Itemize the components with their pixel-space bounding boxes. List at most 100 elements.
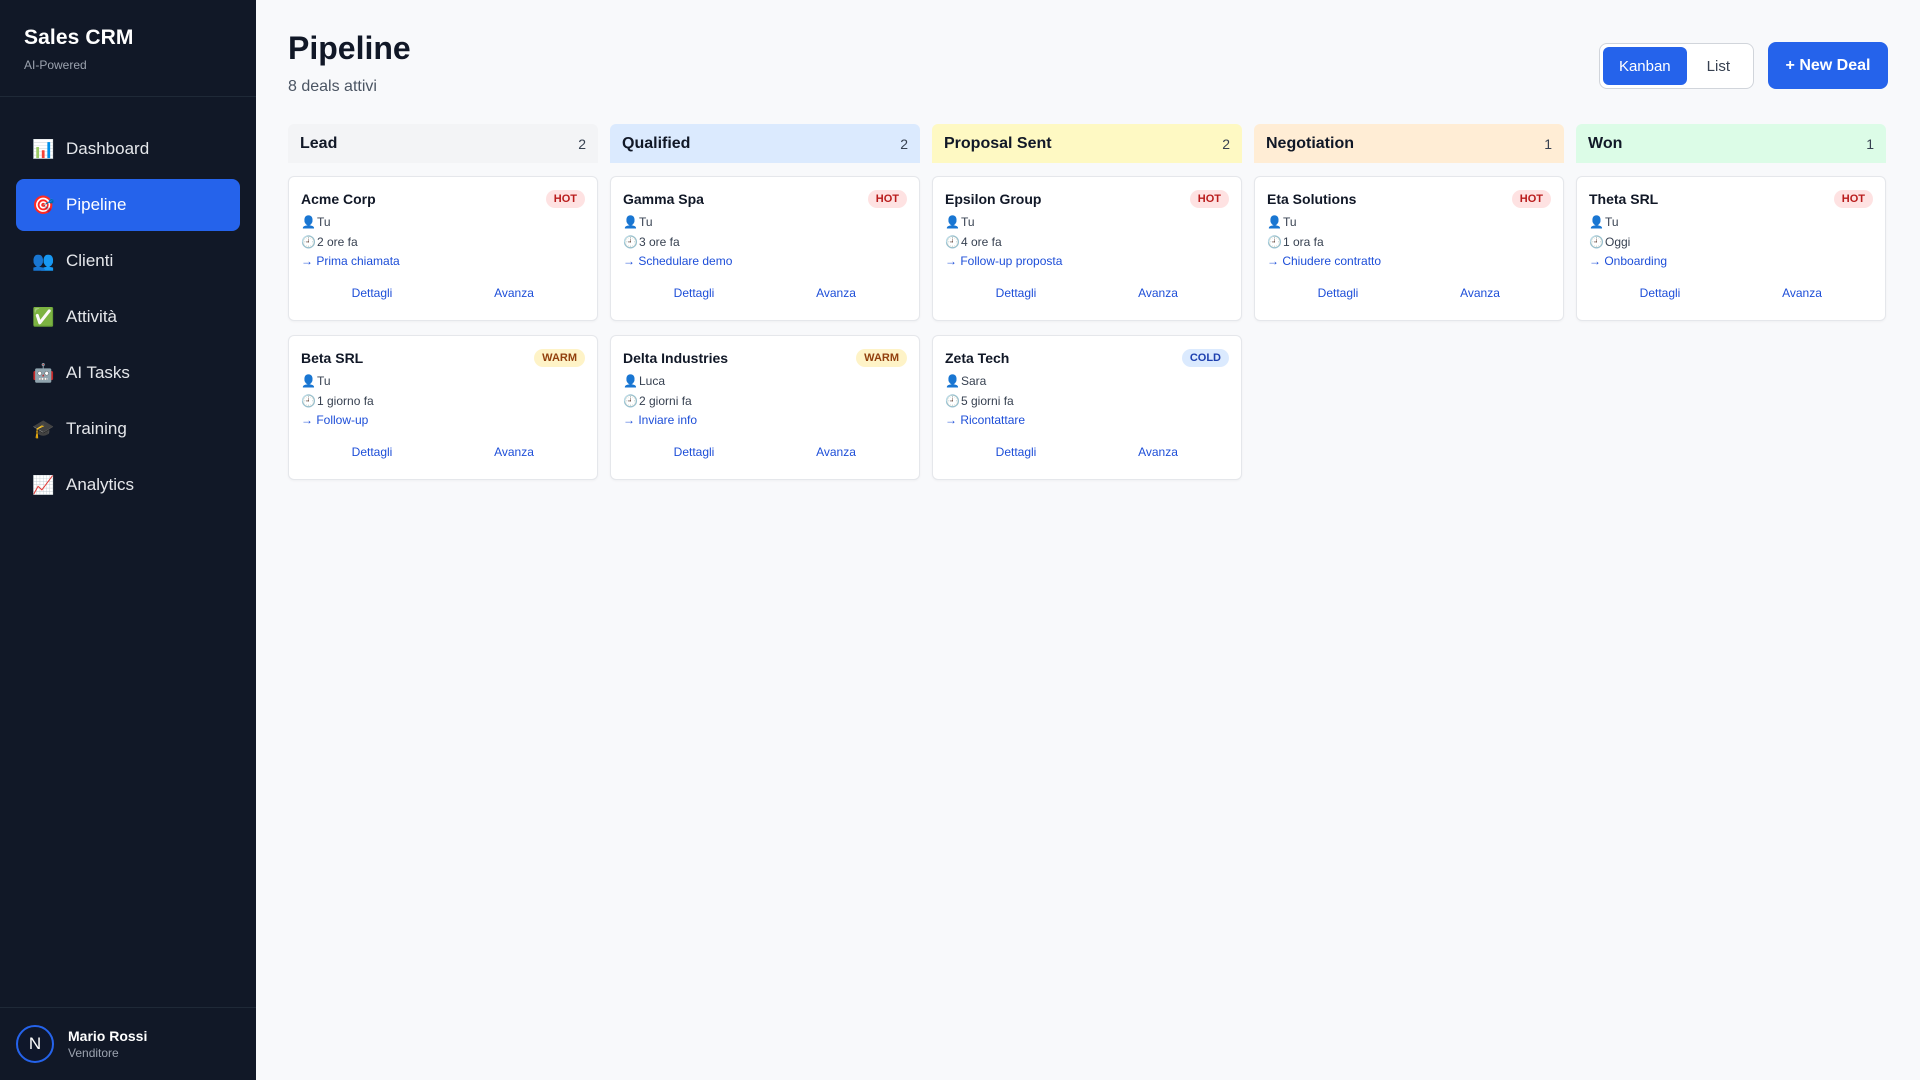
time-ago: 2 giorni fa xyxy=(639,394,692,408)
list-view-button[interactable]: List xyxy=(1691,47,1746,85)
priority-badge: WARM xyxy=(534,349,585,367)
deal-name: Acme Corp xyxy=(301,191,376,207)
deal-card[interactable]: Beta SRL WARM 👤 Tu 🕘 1 giorno fa → Follow-up De… xyxy=(288,335,598,480)
advance-link[interactable]: Avanza xyxy=(443,286,585,300)
sidebar-item-attivit-[interactable]: ✅ Attività xyxy=(16,291,240,343)
deal-owner: 👤 Tu xyxy=(945,215,1229,229)
time-ago: 5 giorni fa xyxy=(961,394,1014,408)
nav-icon: 🎓 xyxy=(32,418,55,439)
advance-link[interactable]: Avanza xyxy=(1087,445,1229,459)
next-action: → Prima chiamata xyxy=(301,254,400,268)
clock-icon: 🕘 xyxy=(623,235,638,249)
clock-icon: 🕘 xyxy=(1267,235,1282,249)
priority-badge: HOT xyxy=(1189,190,1229,208)
priority-badge: WARM xyxy=(856,349,907,367)
time-ago: 2 ore fa xyxy=(317,235,358,249)
deal-card[interactable]: Theta SRL HOT 👤 Tu 🕘 Oggi → Onboarding Dettagli… xyxy=(1576,176,1886,321)
column-count: 2 xyxy=(900,135,908,152)
sidebar-item-label: Pipeline xyxy=(66,195,127,214)
nav-icon: 📊 xyxy=(32,138,55,159)
sidebar-item-pipeline[interactable]: 🎯 Pipeline xyxy=(16,179,240,231)
sidebar-item-analytics[interactable]: 📈 Analytics xyxy=(16,459,240,511)
priority-badge: COLD xyxy=(1181,349,1229,367)
deal-card[interactable]: Acme Corp HOT 👤 Tu 🕘 2 ore fa → Prima chiamata… xyxy=(288,176,598,321)
nav-icon: 🎯 xyxy=(32,194,55,215)
user-name: Mario Rossi xyxy=(68,1028,148,1044)
deal-time: 🕘 4 ore fa xyxy=(945,235,1229,249)
column-header: Qualified 2 xyxy=(610,124,920,163)
deal-owner: 👤 Tu xyxy=(1267,215,1551,229)
sidebar-item-label: AI Tasks xyxy=(66,363,130,382)
priority-badge: HOT xyxy=(545,190,585,208)
sidebar-item-training[interactable]: 🎓 Training xyxy=(16,403,240,455)
details-link[interactable]: Dettagli xyxy=(945,445,1087,459)
advance-link[interactable]: Avanza xyxy=(1087,286,1229,300)
card-actions: Dettagli Avanza xyxy=(1589,286,1873,300)
deal-time: 🕘 Oggi xyxy=(1589,235,1873,249)
priority-badge: HOT xyxy=(1511,190,1551,208)
deal-card[interactable]: Epsilon Group HOT 👤 Tu 🕘 4 ore fa → Follow-up … xyxy=(932,176,1242,321)
deal-card[interactable]: Delta Industries WARM 👤 Luca 🕘 2 giorni fa → I… xyxy=(610,335,920,480)
advance-link[interactable]: Avanza xyxy=(1731,286,1873,300)
deal-time: 🕘 1 giorno fa xyxy=(301,394,585,408)
user-icon: 👤 xyxy=(945,374,960,388)
user-icon: 👤 xyxy=(945,215,960,229)
user-icon: 👤 xyxy=(623,374,638,388)
kanban-view-button[interactable]: Kanban xyxy=(1602,47,1687,85)
advance-link[interactable]: Avanza xyxy=(765,445,907,459)
deal-time: 🕘 2 giorni fa xyxy=(623,394,907,408)
deal-card[interactable]: Gamma Spa HOT 👤 Tu 🕘 3 ore fa → Schedulare dem… xyxy=(610,176,920,321)
pipeline-column: Lead 2 Acme Corp HOT 👤 Tu 🕘 2 ore fa → Prima chi… xyxy=(288,124,598,494)
details-link[interactable]: Dettagli xyxy=(623,445,765,459)
sidebar-item-label: Training xyxy=(66,419,127,438)
advance-link[interactable]: Avanza xyxy=(443,445,585,459)
sidebar-item-label: Attività xyxy=(66,307,118,326)
pipeline-column: Won 1 Theta SRL HOT 👤 Tu 🕘 Oggi → Onboarding Dett… xyxy=(1576,124,1886,494)
details-link[interactable]: Dettagli xyxy=(1267,286,1409,300)
deal-card[interactable]: Zeta Tech COLD 👤 Sara 🕘 5 giorni fa → Ricontat… xyxy=(932,335,1242,480)
user-profile[interactable]: N Mario Rossi Venditore xyxy=(0,1007,256,1080)
user-icon: 👤 xyxy=(301,215,316,229)
time-ago: 1 ora fa xyxy=(1283,235,1324,249)
card-actions: Dettagli Avanza xyxy=(623,445,907,459)
time-ago: 4 ore fa xyxy=(961,235,1002,249)
column-title: Lead xyxy=(300,134,338,152)
advance-link[interactable]: Avanza xyxy=(765,286,907,300)
owner-name: Luca xyxy=(639,374,666,388)
app-title: Sales CRM xyxy=(24,26,134,49)
deal-owner: 👤 Tu xyxy=(301,374,585,388)
user-icon: 👤 xyxy=(1589,215,1604,229)
clock-icon: 🕘 xyxy=(301,235,316,249)
column-title: Qualified xyxy=(622,134,691,152)
deal-time: 🕘 2 ore fa xyxy=(301,235,585,249)
deal-owner: 👤 Tu xyxy=(1589,215,1873,229)
sidebar-item-ai-tasks[interactable]: 🤖 AI Tasks xyxy=(16,347,240,399)
column-count: 1 xyxy=(1544,135,1552,152)
advance-link[interactable]: Avanza xyxy=(1409,286,1551,300)
card-header: Zeta Tech COLD xyxy=(945,348,1229,368)
column-header: Negotiation 1 xyxy=(1254,124,1564,163)
sidebar-item-label: Clienti xyxy=(66,251,114,270)
card-header: Beta SRL WARM xyxy=(301,348,585,368)
new-deal-button[interactable]: + New Deal xyxy=(1768,42,1888,89)
time-ago: 3 ore fa xyxy=(639,235,680,249)
next-action: → Chiudere contratto xyxy=(1267,254,1382,268)
details-link[interactable]: Dettagli xyxy=(1589,286,1731,300)
page-header: Pipeline 8 deals attivi Kanban List + Ne… xyxy=(288,0,1888,124)
details-link[interactable]: Dettagli xyxy=(301,286,443,300)
priority-badge: HOT xyxy=(867,190,907,208)
deal-card[interactable]: Eta Solutions HOT 👤 Tu 🕘 1 ora fa → Chiudere c… xyxy=(1254,176,1564,321)
card-actions: Dettagli Avanza xyxy=(945,445,1229,459)
app-subtitle: AI-Powered xyxy=(24,58,87,72)
user-icon: 👤 xyxy=(301,374,316,388)
details-link[interactable]: Dettagli xyxy=(301,445,443,459)
sidebar-item-dashboard[interactable]: 📊 Dashboard xyxy=(16,123,240,175)
column-title: Proposal Sent xyxy=(944,134,1052,152)
card-header: Eta Solutions HOT xyxy=(1267,189,1551,209)
deal-time: 🕘 1 ora fa xyxy=(1267,235,1551,249)
details-link[interactable]: Dettagli xyxy=(623,286,765,300)
details-link[interactable]: Dettagli xyxy=(945,286,1087,300)
sidebar-item-clienti[interactable]: 👥 Clienti xyxy=(16,235,240,287)
deal-time: 🕘 5 giorni fa xyxy=(945,394,1229,408)
main-content: Pipeline 8 deals attivi Kanban List + Ne… xyxy=(256,0,1920,1080)
